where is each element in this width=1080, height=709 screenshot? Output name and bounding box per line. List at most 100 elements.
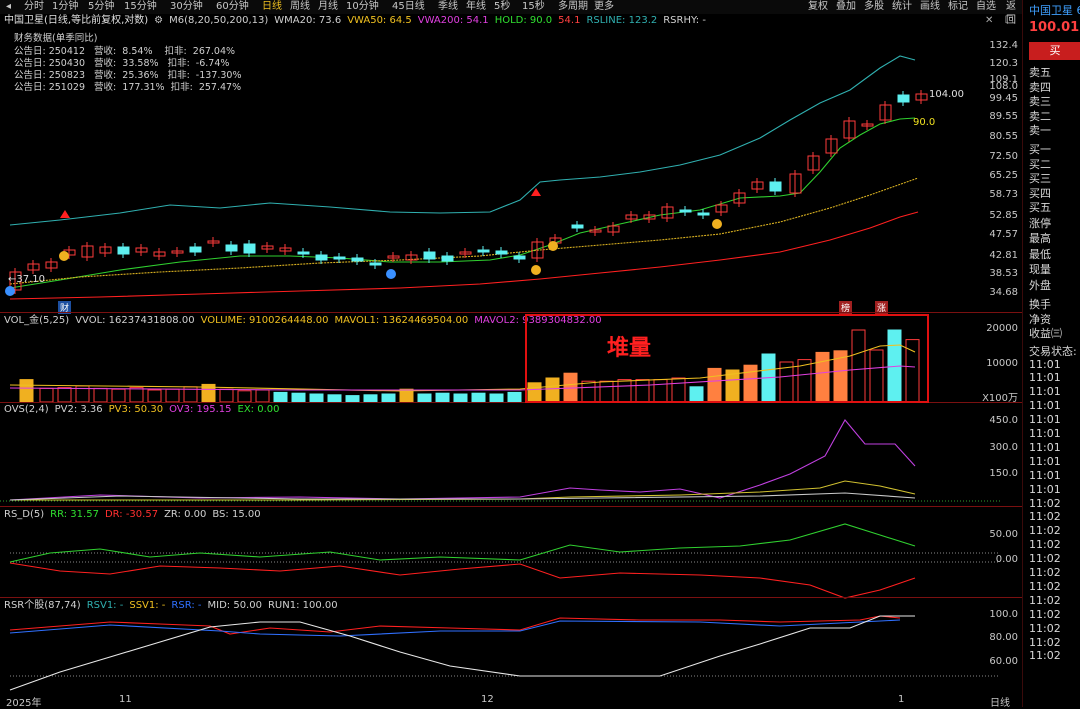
legend-item: RS_D(5) [4, 509, 45, 520]
legend-item: VWA50: 64.5 [347, 15, 412, 26]
price-axis-label: 38.53 [989, 268, 1018, 279]
legend-item: DR: -30.57 [104, 509, 159, 520]
price-axis-label: 132.4 [989, 40, 1018, 51]
price-axis-label: 65.25 [989, 170, 1018, 181]
stacked-volume-highlight [525, 314, 929, 403]
volume-bar [363, 394, 378, 403]
rsd-axis-label: 50.00 [989, 529, 1018, 540]
legend-item: RSR: - [171, 600, 202, 611]
stat-row: 涨停 [1029, 216, 1051, 230]
low-price-value: 37.10 [16, 274, 46, 285]
stat-row: 收益㈢ [1029, 327, 1062, 340]
rsr-axis-label: 80.00 [989, 632, 1018, 643]
legend-item: OVS(2,4) [4, 404, 49, 415]
price-axis-label: 99.45 [989, 93, 1018, 104]
price-axis-label: 72.50 [989, 151, 1018, 162]
legend-item: VOL_金(5,25) [4, 315, 70, 326]
tick-time: 11:01 [1029, 371, 1061, 385]
tick-time: 11:02 [1029, 593, 1061, 607]
buy-button[interactable]: 买 [1029, 42, 1080, 60]
pv3-line [10, 480, 916, 501]
event-badge [712, 219, 722, 229]
volume-bar [453, 393, 468, 403]
price-axis-label: 120.3 [989, 58, 1018, 69]
legend-item: WMA20: 73.6 [274, 15, 342, 26]
legend-item: OV3: 195.15 [169, 404, 232, 415]
volume-bar [237, 390, 252, 403]
candle-body [571, 224, 584, 229]
volume-bar [19, 379, 34, 403]
event-badge [531, 265, 541, 275]
panel-divider [0, 597, 1022, 598]
candle-body [351, 257, 364, 262]
x-axis-label: 1 [898, 694, 905, 705]
volume-bar [147, 389, 162, 403]
legend-item: VWA200: 54.1 [417, 15, 489, 26]
candle-body [897, 94, 910, 103]
legend-item: MID: 50.00 [207, 600, 262, 611]
volume-bar [327, 394, 342, 403]
candle-body [189, 246, 202, 253]
stock-name[interactable]: 中国卫星 6 [1029, 2, 1080, 18]
candle-body [243, 243, 256, 254]
legend-item: HOLD: 90.0 [494, 15, 553, 26]
financials-header: 财务数据(单季同比) [14, 33, 98, 44]
ovs-axis-label: 300.0 [989, 442, 1018, 453]
legend-item: RUN1: 100.00 [267, 600, 338, 611]
candle-body [333, 256, 346, 260]
ovs-indicator-legend: OVS(2,4) PV2: 3.36 PV3: 50.30 OV3: 195.15 EX… [4, 403, 285, 416]
tick-time: 11:01 [1029, 385, 1061, 399]
volume-bar [93, 387, 108, 403]
tick-time: 11:01 [1029, 357, 1061, 371]
dr-line [9, 562, 916, 599]
ov3-line [9, 419, 916, 501]
volume-bar [489, 393, 504, 403]
financials-row: 公告日: 251029 营收: 177.31% 扣非: 257.47% [14, 82, 242, 93]
volume-bar [57, 387, 72, 403]
tick-time: 11:02 [1029, 649, 1061, 663]
panel-divider [0, 506, 1022, 507]
tick-time: 11:02 [1029, 552, 1061, 566]
tick-time: 11:02 [1029, 510, 1061, 524]
volume-indicator-legend: VOL_金(5,25) VVOL: 16237431808.00 VOLUME: 9… [4, 314, 608, 327]
volume-bar [471, 392, 486, 403]
price-axis-label: 42.81 [989, 250, 1018, 261]
price-axis-label: 52.85 [989, 210, 1018, 221]
tick-time: 11:02 [1029, 538, 1061, 552]
event-badge [548, 241, 558, 251]
volume-bar [165, 388, 180, 403]
legend-item: RSLINE: 123.2 [586, 15, 658, 26]
legend-item: RR: 31.57 [50, 509, 99, 520]
rsr-axis-label: 100.0 [989, 609, 1018, 620]
tick-time: 11:02 [1029, 621, 1061, 635]
vol-axis-label: 20000 [986, 323, 1018, 334]
order-book-row: 买五 [1029, 201, 1051, 214]
chart-title: 中国卫星(日线,等比前复权,对数) [4, 15, 149, 26]
rsd-indicator-legend: RS_D(5) RR: 31.57 DR: -30.57 ZR: 0.00 BS: 15… [4, 508, 267, 521]
legend-item: MAVOL1: 13624469504.00 [334, 315, 469, 326]
signal-dot [386, 269, 396, 279]
financials-row: 公告日: 250823 营收: 25.36% 扣非: -137.30% [14, 70, 242, 81]
settings-icon[interactable]: ⚙ [154, 15, 163, 26]
event-badge [59, 251, 69, 261]
legend-item: RSR个股(87,74) [4, 600, 81, 611]
legend-item: VVOL: 16237431808.00 [75, 315, 195, 326]
trade-status: 交易状态: 正 [1029, 344, 1080, 358]
tick-time: 11:02 [1029, 579, 1061, 593]
candle-body [477, 249, 490, 253]
price-axis-label: 108.0 [989, 81, 1018, 92]
price-axis-label: 34.68 [989, 287, 1018, 298]
hold-price-label: 90.0 [913, 117, 936, 128]
vwa200-line [9, 211, 919, 300]
tick-time: 11:01 [1029, 468, 1061, 482]
stat-row: 外盘 [1029, 278, 1051, 292]
legend-item: RSV1: - [86, 600, 124, 611]
ovs-axis-label: 450.0 [989, 415, 1018, 426]
candle-body [495, 250, 508, 255]
volume-bar [435, 392, 450, 403]
legend-item: SSV1: - [129, 600, 166, 611]
tick-time: 11:02 [1029, 607, 1061, 621]
candle-body [297, 251, 310, 255]
financials-row: 公告日: 250430 营收: 33.58% 扣非: -6.74% [14, 58, 230, 69]
candle-body [315, 254, 328, 261]
